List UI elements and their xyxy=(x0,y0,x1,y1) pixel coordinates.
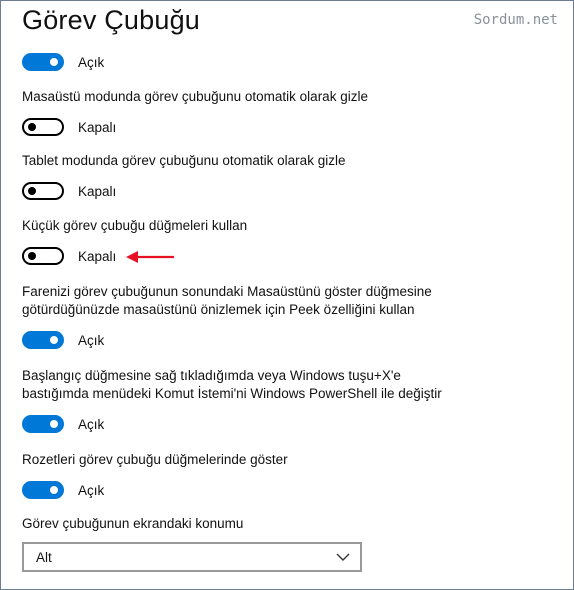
toggle-state-label: Açık xyxy=(78,54,105,70)
toggle-knob xyxy=(50,336,58,344)
chevron-down-icon xyxy=(336,553,350,561)
toggle-state-label: Kapalı xyxy=(78,183,117,199)
setting-label-taskbar-position: Görev çubuğunun ekrandaki konumu xyxy=(22,516,244,531)
page-title: Görev Çubuğu xyxy=(22,5,201,35)
toggle-switch[interactable] xyxy=(22,415,64,433)
taskbar-position-dropdown[interactable]: Alt xyxy=(22,542,362,572)
toggle-switch[interactable] xyxy=(22,331,64,349)
red-arrow-icon xyxy=(126,251,174,263)
toggle-state-label: Açık xyxy=(78,416,105,432)
setting-toggle-row-4: Açık xyxy=(22,329,104,351)
setting-label-line: götürdüğünüzde masaüstünü önizlemek için… xyxy=(22,302,415,317)
setting-toggle-row-6: Açık xyxy=(22,479,104,501)
toggle-switch[interactable] xyxy=(22,247,64,265)
dropdown-selected-value: Alt xyxy=(36,549,52,565)
toggle-knob xyxy=(28,123,36,131)
setting-toggle-row-1: Kapalı xyxy=(22,116,116,138)
toggle-switch[interactable] xyxy=(22,53,64,71)
setting-label-badges: Rozetleri görev çubuğu düğmelerinde göst… xyxy=(22,452,288,467)
setting-label-line: Farenizi görev çubuğunun sonundaki Masaü… xyxy=(22,284,432,299)
toggle-knob xyxy=(50,486,58,494)
toggle-switch[interactable] xyxy=(22,118,64,136)
setting-toggle-row-3: Kapalı xyxy=(22,245,116,267)
setting-toggle-row-5: Açık xyxy=(22,413,104,435)
toggle-switch[interactable] xyxy=(22,182,64,200)
setting-label-autohide-tablet: Tablet modunda görev çubuğunu otomatik o… xyxy=(22,153,346,168)
setting-toggle-row-2: Kapalı xyxy=(22,180,116,202)
setting-label-powershell: Başlangıç düğmesine sağ tıkladığımda vey… xyxy=(22,367,522,403)
toggle-knob xyxy=(28,252,36,260)
watermark: Sordum.net xyxy=(473,12,558,28)
toggle-state-label: Açık xyxy=(78,332,105,348)
toggle-state-label: Açık xyxy=(78,482,105,498)
toggle-switch[interactable] xyxy=(22,481,64,499)
toggle-knob xyxy=(50,58,58,66)
setting-label-autohide-desktop: Masaüstü modunda görev çubuğunu otomatik… xyxy=(22,89,368,104)
toggle-state-label: Kapalı xyxy=(78,119,117,135)
setting-label-peek: Farenizi görev çubuğunun sonundaki Masaü… xyxy=(22,283,522,319)
setting-label-line: bastığımda menüdeki Komut İstemi'ni Wind… xyxy=(22,386,442,401)
toggle-knob xyxy=(50,420,58,428)
setting-label-small-buttons: Küçük görev çubuğu düğmeleri kullan xyxy=(22,218,248,233)
toggle-state-label: Kapalı xyxy=(78,248,117,264)
toggle-knob xyxy=(28,187,36,195)
setting-label-line: Başlangıç düğmesine sağ tıkladığımda vey… xyxy=(22,368,401,383)
setting-toggle-row-0: Açık xyxy=(22,51,104,73)
